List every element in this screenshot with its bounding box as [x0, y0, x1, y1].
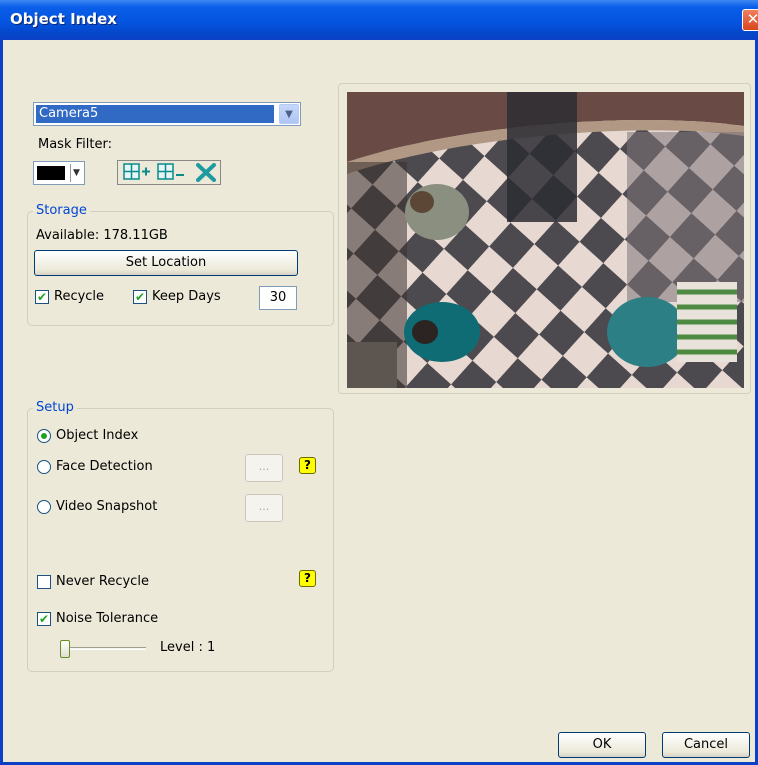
window-title: Object Index	[10, 10, 117, 28]
setup-group-title: Setup	[33, 400, 77, 415]
camera-select-value: Camera5	[36, 105, 274, 123]
clear-icon[interactable]	[190, 163, 222, 182]
set-location-button[interactable]: Set Location	[34, 250, 298, 276]
noise-level-label: Level : 1	[160, 640, 216, 655]
grid-remove-icon[interactable]	[155, 163, 187, 182]
recycle-label: Recycle	[54, 289, 105, 304]
video-snapshot-radio[interactable]	[37, 500, 51, 514]
keep-days-checkbox[interactable]: ✔	[133, 290, 147, 304]
never-recycle-label: Never Recycle	[56, 574, 149, 589]
radio-selected-dot	[41, 433, 47, 439]
close-button[interactable]: ✕	[742, 9, 758, 31]
camera-select[interactable]: Camera5 ▼	[33, 102, 301, 126]
never-recycle-help-icon[interactable]: ?	[299, 570, 316, 587]
grid-add-icon[interactable]	[121, 163, 153, 182]
recycle-checkbox[interactable]: ✔	[35, 290, 49, 304]
noise-level-slider-track[interactable]	[60, 647, 146, 650]
title-bar[interactable]: Object Index ✕	[0, 0, 758, 40]
keep-days-label: Keep Days	[152, 289, 221, 304]
close-icon: ✕	[746, 10, 758, 28]
never-recycle-checkbox[interactable]	[37, 575, 51, 589]
mask-color-picker[interactable]: ▼	[33, 161, 85, 185]
object-index-radio[interactable]	[37, 429, 51, 443]
storage-group-title: Storage	[33, 203, 90, 218]
noise-tolerance-label: Noise Tolerance	[56, 611, 159, 626]
caret-down-icon[interactable]: ▼	[70, 164, 82, 182]
mask-color-swatch	[37, 166, 65, 180]
ok-button[interactable]: OK	[558, 732, 646, 758]
object-index-label: Object Index	[56, 428, 139, 443]
noise-level-slider-thumb[interactable]	[60, 640, 70, 658]
setup-group	[27, 408, 334, 672]
mask-tool-group	[117, 160, 221, 185]
camera-preview	[347, 92, 744, 388]
mask-filter-label: Mask Filter:	[38, 137, 112, 152]
cancel-button[interactable]: Cancel	[662, 732, 750, 758]
face-detection-radio[interactable]	[37, 460, 51, 474]
camera-preview-frame	[338, 83, 751, 394]
face-detection-settings-button[interactable]: ...	[245, 454, 283, 482]
face-detection-help-icon[interactable]: ?	[299, 457, 316, 474]
chevron-down-icon[interactable]: ▼	[279, 104, 299, 124]
available-space: Available: 178.11GB	[36, 228, 168, 243]
video-snapshot-label: Video Snapshot	[56, 499, 158, 514]
video-snapshot-settings-button[interactable]: ...	[245, 494, 283, 522]
keep-days-input[interactable]: 30	[259, 286, 297, 310]
face-detection-label: Face Detection	[56, 459, 153, 474]
noise-tolerance-checkbox[interactable]: ✔	[37, 612, 51, 626]
